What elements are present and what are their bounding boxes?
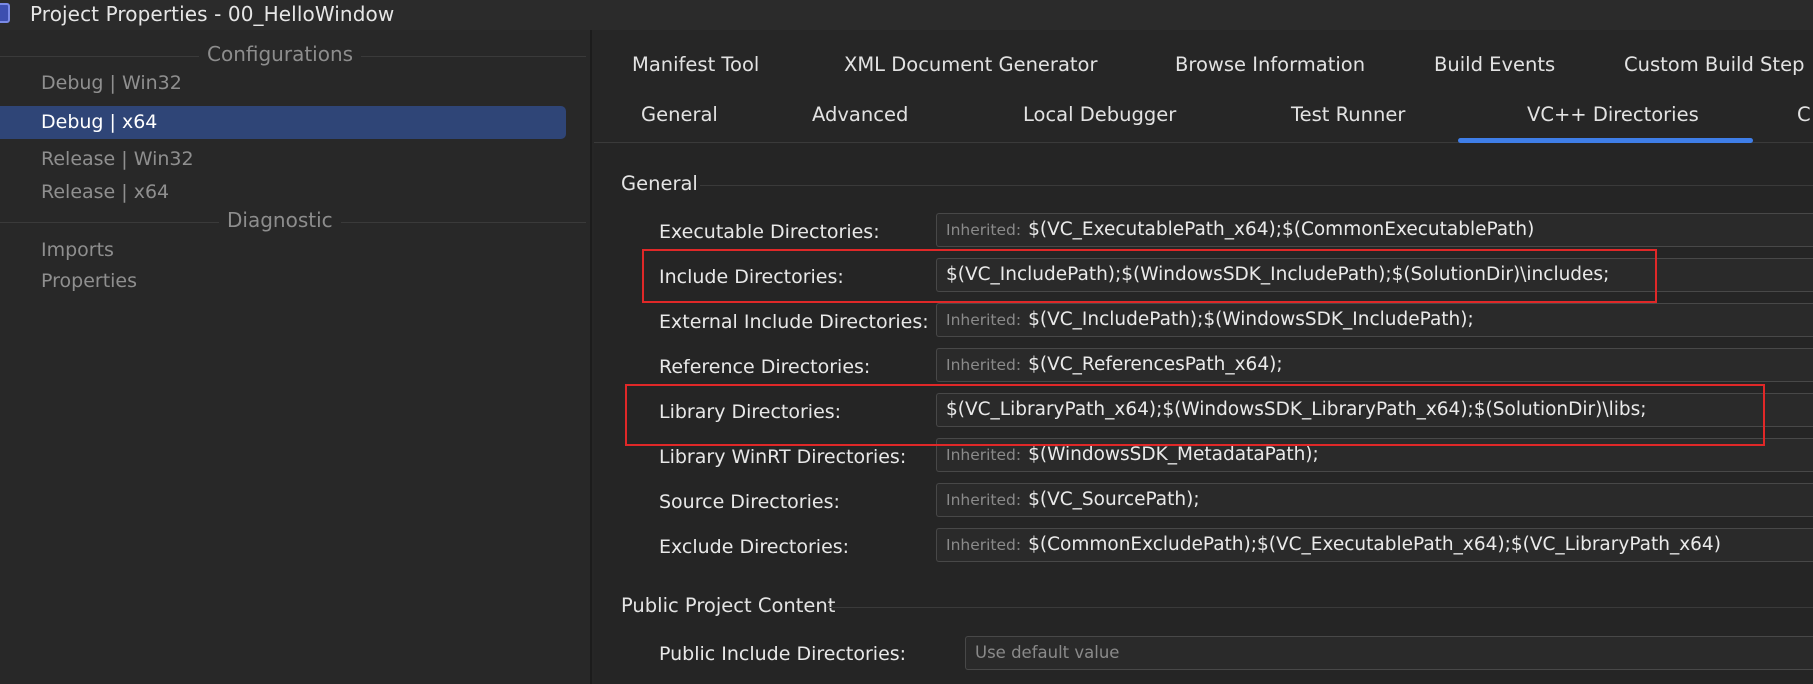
field-library-winrt-directories[interactable]: Inherited: $(WindowsSDK_MetadataPath); — [936, 438, 1813, 472]
tab-test-runner[interactable]: Test Runner — [1291, 103, 1405, 126]
tab-custom-build-step[interactable]: Custom Build Step — [1624, 53, 1804, 76]
field-source-directories[interactable]: Inherited: $(VC_SourcePath); — [936, 483, 1813, 517]
divider — [700, 185, 1813, 186]
label-reference-directories: Reference Directories: — [659, 356, 871, 378]
field-value: $(CommonExcludePath);$(VC_ExecutablePath… — [1028, 534, 1721, 555]
field-library-directories[interactable]: $(VC_LibraryPath_x64);$(WindowsSDK_Libra… — [936, 393, 1813, 427]
label-executable-directories: Executable Directories: — [659, 221, 880, 243]
section-title: Diagnostic — [219, 208, 341, 232]
configurations-sidebar: Configurations Debug | Win32 Debug | x64… — [0, 30, 592, 684]
properties-content: General Executable Directories: Inherite… — [594, 144, 1813, 684]
label-library-winrt-directories: Library WinRT Directories: — [659, 446, 907, 468]
property-pages-panel: Manifest Tool XML Document Generator Bro… — [594, 30, 1813, 684]
inherited-tag: Inherited: — [946, 446, 1022, 464]
window-title: Project Properties - 00_HelloWindow — [30, 2, 395, 26]
inherited-tag: Inherited: — [946, 491, 1022, 509]
visual-studio-app-icon — [0, 3, 10, 23]
field-value: $(VC_ExecutablePath_x64);$(CommonExecuta… — [1028, 219, 1535, 240]
tab-general[interactable]: General — [641, 103, 718, 126]
diagnostic-item-imports[interactable]: Imports — [0, 234, 566, 267]
label-library-directories: Library Directories: — [659, 401, 842, 423]
section-title: Configurations — [199, 42, 362, 66]
label-external-include-directories: External Include Directories: — [659, 311, 929, 333]
label-include-directories: Include Directories: — [659, 266, 844, 288]
tab-bar: Manifest Tool XML Document Generator Bro… — [594, 30, 1813, 143]
config-item-debug-x64[interactable]: Debug | x64 — [0, 106, 566, 139]
field-public-include-directories[interactable]: Use default value — [965, 636, 1813, 670]
tab-overflow-c[interactable]: C — [1797, 103, 1811, 126]
divider — [826, 607, 1813, 608]
tab-vc-directories[interactable]: VC++ Directories — [1527, 103, 1699, 126]
label-source-directories: Source Directories: — [659, 491, 840, 513]
tab-browse-information[interactable]: Browse Information — [1175, 53, 1365, 76]
tab-manifest-tool[interactable]: Manifest Tool — [632, 53, 759, 76]
field-external-include-directories[interactable]: Inherited: $(VC_IncludePath);$(WindowsSDK… — [936, 303, 1813, 337]
label-exclude-directories: Exclude Directories: — [659, 536, 850, 558]
tab-build-events[interactable]: Build Events — [1434, 53, 1555, 76]
tab-advanced[interactable]: Advanced — [812, 103, 908, 126]
inherited-tag: Inherited: — [946, 356, 1022, 374]
field-value: $(VC_IncludePath);$(WindowsSDK_IncludePa… — [946, 264, 1610, 285]
field-placeholder: Use default value — [975, 643, 1120, 662]
group-title-general: General — [621, 172, 698, 195]
field-value: $(VC_LibraryPath_x64);$(WindowsSDK_Libra… — [946, 399, 1647, 420]
tab-local-debugger[interactable]: Local Debugger — [1023, 103, 1176, 126]
field-include-directories[interactable]: $(VC_IncludePath);$(WindowsSDK_IncludePa… — [936, 258, 1813, 292]
diagnostic-item-properties[interactable]: Properties — [0, 265, 566, 298]
inherited-tag: Inherited: — [946, 536, 1022, 554]
title-bar: Project Properties - 00_HelloWindow — [0, 0, 1813, 30]
config-item-debug-win32[interactable]: Debug | Win32 — [0, 67, 566, 100]
group-title-public-project-content: Public Project Content — [621, 594, 836, 617]
config-item-release-win32[interactable]: Release | Win32 — [0, 143, 566, 176]
field-value: $(WindowsSDK_MetadataPath); — [1028, 444, 1319, 465]
section-header-diagnostic: Diagnostic — [0, 208, 586, 236]
inherited-tag: Inherited: — [946, 221, 1022, 239]
field-reference-directories[interactable]: Inherited: $(VC_ReferencesPath_x64); — [936, 348, 1813, 382]
section-header-configurations: Configurations — [0, 42, 586, 70]
config-item-release-x64[interactable]: Release | x64 — [0, 176, 566, 209]
inherited-tag: Inherited: — [946, 311, 1022, 329]
field-value: $(VC_ReferencesPath_x64); — [1028, 354, 1283, 375]
field-value: $(VC_IncludePath);$(WindowsSDK_IncludePa… — [1028, 309, 1474, 330]
active-tab-indicator — [1458, 138, 1753, 143]
tab-xml-document-generator[interactable]: XML Document Generator — [844, 53, 1098, 76]
label-public-include-directories: Public Include Directories: — [659, 643, 907, 665]
field-executable-directories[interactable]: Inherited: $(VC_ExecutablePath_x64);$(Com… — [936, 213, 1813, 247]
field-value: $(VC_SourcePath); — [1028, 489, 1200, 510]
field-exclude-directories[interactable]: Inherited: $(CommonExcludePath);$(VC_Exec… — [936, 528, 1813, 562]
